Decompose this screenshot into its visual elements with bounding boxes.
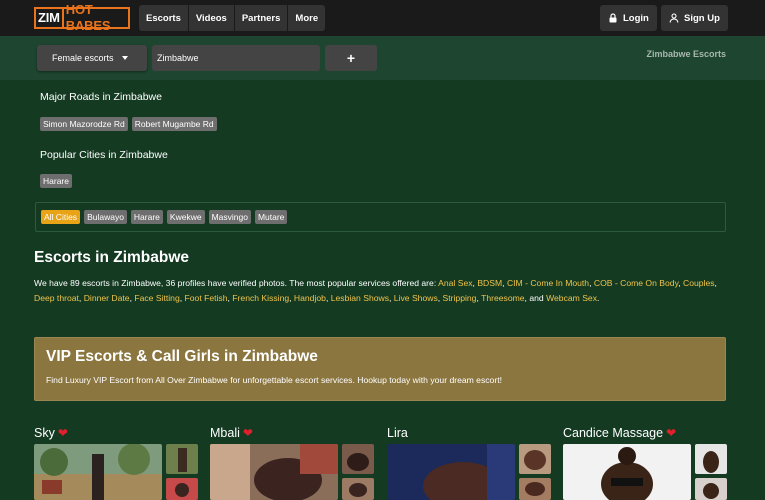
road-tag[interactable]: Simon Mazorodze Rd bbox=[40, 117, 128, 131]
breadcrumb[interactable]: Zimbabwe Escorts bbox=[646, 49, 726, 59]
vip-banner[interactable]: VIP Escorts & Call Girls in Zimbabwe Fin… bbox=[34, 337, 726, 401]
city-tag[interactable]: Harare bbox=[40, 174, 72, 188]
service-link[interactable]: Dinner Date bbox=[84, 293, 130, 303]
user-icon bbox=[669, 13, 679, 23]
vip-description: Find Luxury VIP Escort from All Over Zim… bbox=[46, 375, 502, 385]
profile-card[interactable]: Candice Massage ❤ bbox=[563, 424, 727, 500]
lock-icon bbox=[609, 13, 617, 23]
heart-icon[interactable]: ❤ bbox=[243, 426, 253, 440]
intro-lead: We have 89 escorts in Zimbabwe, 36 profi… bbox=[34, 278, 439, 288]
location-input[interactable]: Zimbabwe bbox=[152, 45, 320, 71]
top-navbar: ZIM HOT BABES Escorts Videos Partners Mor… bbox=[0, 0, 765, 36]
service-link[interactable]: Face Sitting bbox=[134, 293, 179, 303]
profile-name-row: Sky ❤ bbox=[34, 424, 198, 442]
nav-escorts[interactable]: Escorts bbox=[139, 5, 188, 31]
category-select[interactable]: Female escorts bbox=[37, 45, 147, 71]
profile-thumb[interactable] bbox=[519, 444, 551, 474]
heart-icon[interactable]: ❤ bbox=[58, 426, 68, 440]
profile-card[interactable]: Sky ❤ bbox=[34, 424, 198, 500]
service-link[interactable]: Lesbian Shows bbox=[331, 293, 389, 303]
service-link[interactable]: Live Shows bbox=[394, 293, 438, 303]
city-filter: All Cities Bulawayo Harare Kwekwe Masvin… bbox=[35, 202, 726, 232]
signup-button[interactable]: Sign Up bbox=[661, 5, 728, 31]
city-filter-item[interactable]: Bulawayo bbox=[84, 210, 127, 224]
city-filter-item[interactable]: Harare bbox=[130, 210, 163, 224]
cities-list: Harare bbox=[40, 174, 72, 188]
roads-list: Simon Mazorodze Rd Robert Mugambe Rd bbox=[40, 117, 217, 131]
city-filter-item[interactable]: Masvingo bbox=[208, 210, 251, 224]
city-filter-all[interactable]: All Cities bbox=[41, 210, 81, 224]
service-link[interactable]: CIM - Come In Mouth bbox=[507, 278, 589, 288]
chevron-down-icon bbox=[121, 56, 128, 60]
profile-thumb[interactable] bbox=[695, 478, 727, 500]
service-link[interactable]: Threesome bbox=[481, 293, 524, 303]
service-link[interactable]: Webcam Sex bbox=[546, 293, 597, 303]
nav-partners[interactable]: Partners bbox=[234, 5, 288, 31]
profile-name: Sky bbox=[34, 426, 55, 440]
city-filter-item[interactable]: Mutare bbox=[254, 210, 288, 224]
profile-photo[interactable] bbox=[34, 444, 162, 500]
profile-name-row: Lira bbox=[387, 424, 551, 442]
intro-text: We have 89 escorts in Zimbabwe, 36 profi… bbox=[34, 276, 734, 306]
profile-photo[interactable] bbox=[563, 444, 691, 500]
profile-thumb[interactable] bbox=[342, 478, 374, 500]
cities-heading: Popular Cities in Zimbabwe bbox=[40, 149, 168, 161]
category-value: Female escorts bbox=[52, 53, 114, 63]
nav-videos[interactable]: Videos bbox=[188, 5, 234, 31]
profile-thumb[interactable] bbox=[342, 444, 374, 474]
vip-title: VIP Escorts & Call Girls in Zimbabwe bbox=[46, 348, 318, 365]
signup-label: Sign Up bbox=[684, 12, 720, 24]
city-filter-list: All Cities Bulawayo Harare Kwekwe Masvin… bbox=[41, 210, 288, 224]
heart-icon[interactable]: ❤ bbox=[666, 426, 676, 440]
profile-card[interactable]: Lira bbox=[387, 424, 551, 500]
login-button[interactable]: Login bbox=[600, 5, 657, 31]
profile-card[interactable]: Mbali ❤ bbox=[210, 424, 374, 500]
profile-name-row: Mbali ❤ bbox=[210, 424, 374, 442]
profile-name-row: Candice Massage ❤ bbox=[563, 424, 727, 442]
service-link[interactable]: COB - Come On Body bbox=[594, 278, 678, 288]
profile-photo[interactable] bbox=[387, 444, 515, 500]
logo-part1: ZIM bbox=[34, 7, 64, 29]
service-link[interactable]: Stripping bbox=[443, 293, 477, 303]
profile-name: Candice Massage bbox=[563, 426, 664, 440]
profile-photo[interactable] bbox=[210, 444, 338, 500]
profile-thumb[interactable] bbox=[166, 444, 198, 474]
page-title: Escorts in Zimbabwe bbox=[34, 249, 190, 266]
add-location-button[interactable]: + bbox=[325, 45, 377, 71]
service-link[interactable]: Deep throat bbox=[34, 293, 79, 303]
logo-part2: HOT BABES bbox=[63, 2, 130, 33]
road-tag[interactable]: Robert Mugambe Rd bbox=[131, 117, 217, 131]
city-filter-item[interactable]: Kwekwe bbox=[166, 210, 205, 224]
profile-thumb[interactable] bbox=[519, 478, 551, 500]
login-label: Login bbox=[623, 12, 649, 24]
service-link[interactable]: French Kissing bbox=[232, 293, 289, 303]
service-link[interactable]: Foot Fetish bbox=[185, 293, 228, 303]
profile-thumb[interactable] bbox=[695, 444, 727, 474]
nav-more[interactable]: More bbox=[288, 5, 326, 31]
service-link[interactable]: Anal Sex bbox=[438, 278, 472, 288]
profile-thumb[interactable] bbox=[166, 478, 198, 500]
main-nav: Escorts Videos Partners More bbox=[139, 5, 326, 31]
site-logo[interactable]: ZIM HOT BABES bbox=[34, 2, 130, 33]
profile-name: Lira bbox=[387, 426, 408, 440]
service-link[interactable]: Handjob bbox=[294, 293, 326, 303]
roads-heading: Major Roads in Zimbabwe bbox=[40, 91, 162, 103]
service-link[interactable]: Couples bbox=[683, 278, 715, 288]
service-link[interactable]: BDSM bbox=[477, 278, 502, 288]
profile-name: Mbali bbox=[210, 426, 240, 440]
